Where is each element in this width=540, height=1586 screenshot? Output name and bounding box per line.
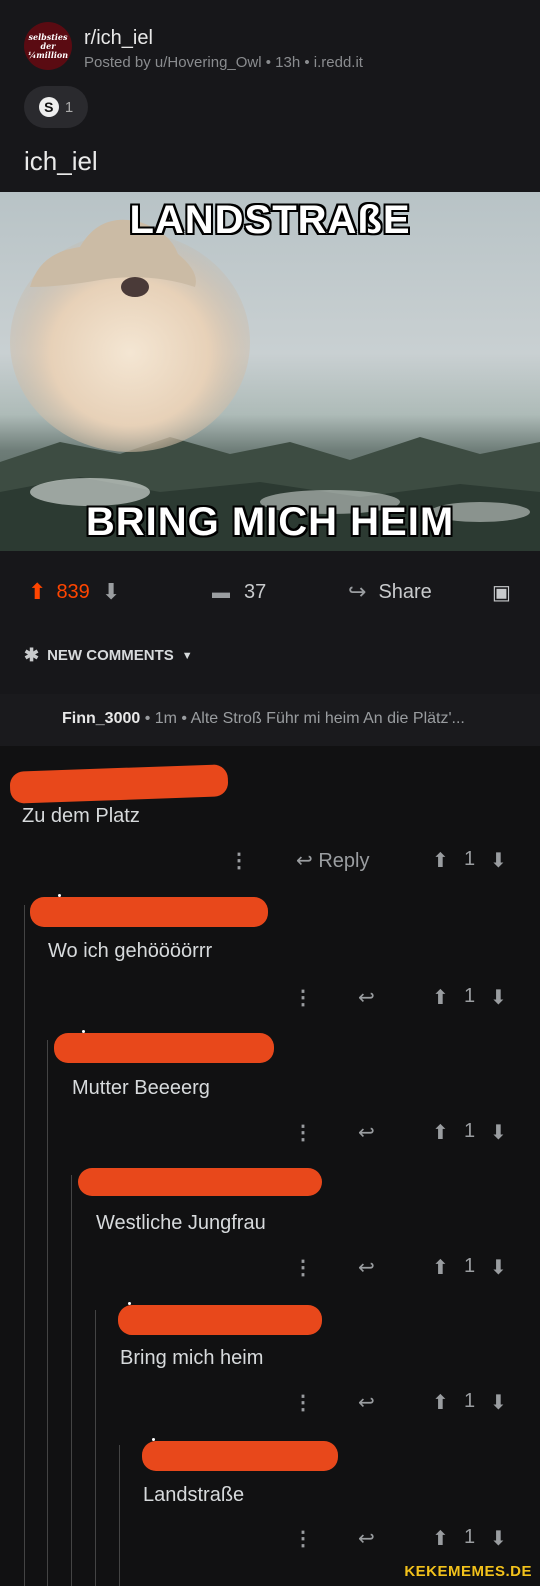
- comment-score: 1: [464, 1120, 476, 1142]
- comment-preview[interactable]: Finn_3000 • 1m • Alte Stroß Führ mi heim…: [0, 694, 540, 746]
- downvote-icon[interactable]: ⬇: [490, 985, 507, 1010]
- reply-icon[interactable]: ↩: [358, 1255, 375, 1280]
- downvote-icon[interactable]: ⬇: [102, 579, 120, 605]
- more-options-icon[interactable]: ⋮: [293, 1120, 313, 1145]
- thread-line[interactable]: [119, 1445, 120, 1586]
- more-options-icon[interactable]: ⋮: [229, 848, 249, 873]
- comment-text: Westliche Jungfrau: [96, 1212, 266, 1234]
- comment-score: 1: [464, 1390, 476, 1412]
- upvote-icon[interactable]: ⬆: [432, 1390, 449, 1415]
- comment-score: 1: [464, 1526, 476, 1548]
- reply-icon[interactable]: ↩: [358, 1390, 375, 1415]
- reply-icon[interactable]: ↩: [358, 1526, 375, 1551]
- avatar-dot: [152, 1438, 155, 1441]
- redacted-username: [142, 1441, 338, 1471]
- comment-text: Zu dem Platz: [22, 805, 140, 827]
- comment-text: Wo ich gehöööörrr: [48, 940, 213, 962]
- gift-icon[interactable]: ▣: [492, 570, 511, 614]
- vote-count: 839: [56, 580, 90, 603]
- avatar-dot: [58, 894, 61, 897]
- meme-caption-top: LANDSTRAßE: [129, 198, 411, 242]
- thread-line[interactable]: [24, 905, 25, 1586]
- comment-text: Landstraße: [143, 1484, 245, 1506]
- post-image[interactable]: LANDSTRAßE BRING MICH HEIM: [0, 192, 540, 551]
- more-options-icon[interactable]: ⋮: [293, 985, 313, 1010]
- reply-icon[interactable]: ↩: [358, 1120, 375, 1145]
- comment-score: 1: [464, 848, 476, 870]
- comment-icon: ▬: [212, 581, 230, 602]
- comment-score: 1: [464, 985, 476, 1007]
- comment-author: Finn_3000: [62, 710, 141, 727]
- comment-preview-text: • 1m • Alte Stroß Führ mi heim An die Pl…: [140, 710, 465, 727]
- comment-text: Mutter Beeeerg: [72, 1077, 210, 1099]
- redacted-username: [118, 1305, 322, 1335]
- thread-line[interactable]: [47, 1040, 48, 1586]
- vote-group: ⬆ 839 ⬇: [28, 570, 120, 614]
- share-label: Share: [378, 580, 432, 603]
- post-title: ich_iel: [24, 146, 98, 176]
- more-options-icon[interactable]: ⋮: [293, 1526, 313, 1551]
- silver-award-icon: S: [38, 97, 59, 117]
- downvote-icon[interactable]: ⬇: [490, 848, 507, 873]
- avatar-line: ¼million: [27, 49, 69, 60]
- upvote-icon[interactable]: ⬆: [432, 1255, 449, 1280]
- downvote-icon[interactable]: ⬇: [490, 1255, 507, 1280]
- share-button[interactable]: ↪ Share: [348, 570, 432, 614]
- redacted-username: [9, 764, 229, 804]
- chevron-down-icon: ▼: [181, 649, 193, 662]
- post-meta: Posted by u/Hovering_Owl • 13h • i.redd.…: [84, 54, 363, 71]
- award-badge[interactable]: S 1: [24, 86, 88, 128]
- upvote-icon[interactable]: ⬆: [432, 985, 449, 1010]
- avatar-dot: [128, 1302, 131, 1305]
- comment-text: Bring mich heim: [120, 1347, 264, 1369]
- redacted-username: [78, 1168, 322, 1196]
- reply-icon: ↩: [296, 850, 313, 872]
- more-options-icon[interactable]: ⋮: [293, 1390, 313, 1415]
- reply-button[interactable]: ↩ Reply: [296, 848, 369, 873]
- reply-label: Reply: [318, 850, 370, 872]
- downvote-icon[interactable]: ⬇: [490, 1120, 507, 1145]
- sort-dropdown[interactable]: ✱ NEW COMMENTS ▼: [24, 645, 193, 666]
- upvote-icon[interactable]: ⬆: [28, 579, 46, 605]
- meme-caption-bottom: BRING MICH HEIM: [85, 500, 455, 544]
- watermark: KEKEMEMES.DE: [404, 1563, 532, 1580]
- meme-illustration: [0, 219, 540, 551]
- subreddit-avatar[interactable]: selbsties der ¼million: [24, 22, 72, 70]
- downvote-icon[interactable]: ⬇: [490, 1390, 507, 1415]
- thread-line[interactable]: [71, 1175, 72, 1586]
- more-options-icon[interactable]: ⋮: [293, 1255, 313, 1280]
- upvote-icon[interactable]: ⬆: [432, 1526, 449, 1551]
- avatar-dot: [82, 1030, 85, 1033]
- redacted-username: [54, 1033, 274, 1063]
- upvote-icon[interactable]: ⬆: [432, 1120, 449, 1145]
- gear-icon: ✱: [24, 645, 40, 665]
- upvote-icon[interactable]: ⬆: [432, 848, 449, 873]
- sort-label: NEW COMMENTS: [47, 647, 174, 664]
- comments-button[interactable]: ▬ 37: [212, 570, 266, 614]
- reply-icon[interactable]: ↩: [358, 985, 375, 1010]
- share-icon: ↪: [348, 579, 367, 604]
- redacted-username: [30, 897, 268, 927]
- award-count: 1: [64, 98, 74, 116]
- thread-line[interactable]: [95, 1310, 96, 1586]
- comment-count: 37: [244, 580, 267, 603]
- downvote-icon[interactable]: ⬇: [490, 1526, 507, 1551]
- subreddit-name[interactable]: r/ich_iel: [84, 27, 153, 50]
- comment-score: 1: [464, 1255, 476, 1277]
